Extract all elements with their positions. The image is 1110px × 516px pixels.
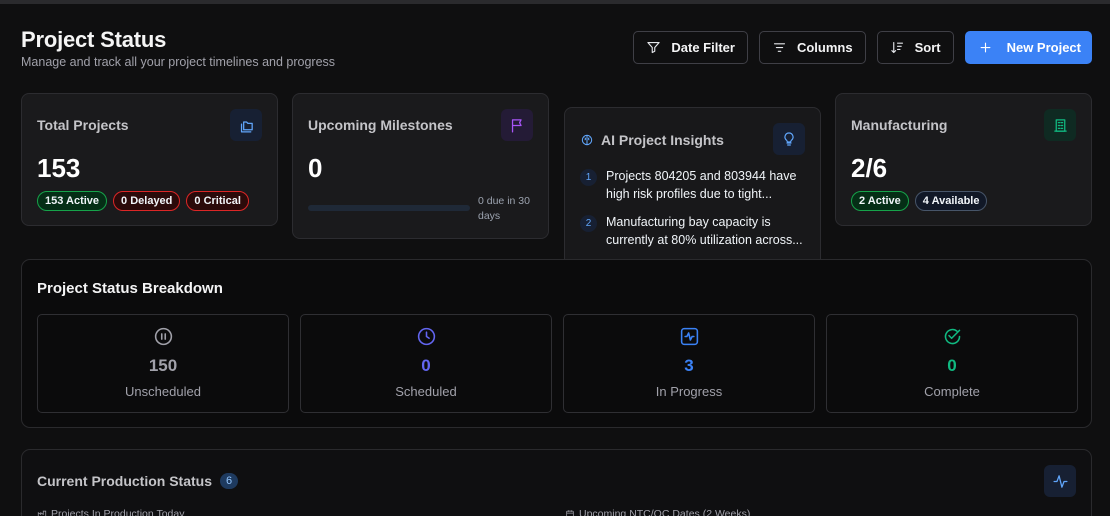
status-scheduled[interactable]: 0 Scheduled (300, 314, 552, 413)
milestones-progress-bar (308, 205, 470, 211)
milestones-value: 0 (308, 153, 323, 183)
production-count-badge: 6 (220, 473, 239, 489)
page-title: Project Status (21, 27, 167, 52)
ai-insights-card: AI Project Insights 1 Projects 804205 an… (564, 107, 821, 267)
bays-active-badge: 2 Active (851, 191, 909, 211)
sort-label: Sort (914, 40, 941, 55)
pause-circle-icon (154, 327, 172, 346)
manufacturing-card: Manufacturing 2/6 2 Active 4 Available (835, 93, 1092, 226)
insight-number: 2 (580, 215, 597, 232)
ai-insights-title: AI Project Insights (601, 132, 724, 148)
manufacturing-badges: 2 Active 4 Available (851, 191, 988, 211)
activity-icon (1044, 465, 1076, 497)
total-projects-value: 153 (37, 153, 81, 183)
milestones-due-text: 0 due in 30 days (478, 195, 530, 222)
lightbulb-icon (773, 123, 805, 155)
status-value: 150 (148, 356, 178, 375)
activity-square-icon (680, 327, 698, 346)
upcoming-ntc-label: Upcoming NTC/QC Dates (2 Weeks) (579, 508, 751, 516)
status-label: Unscheduled (125, 384, 201, 399)
insight-text: Manufacturing bay capacity is currently … (606, 215, 803, 247)
plus-icon (980, 42, 991, 53)
upcoming-ntc-heading: Upcoming NTC/QC Dates (2 Weeks) (565, 508, 750, 516)
status-value: 3 (684, 356, 694, 375)
date-filter-label: Date Filter (671, 40, 735, 55)
insight-item[interactable]: 1 Projects 804205 and 803944 have high r… (580, 167, 810, 203)
check-circle-icon (944, 328, 960, 345)
milestones-title: Upcoming Milestones (308, 117, 453, 133)
page-subtitle: Manage and track all your project timeli… (21, 55, 336, 69)
building-icon (1044, 109, 1076, 141)
clock-icon (417, 327, 435, 346)
production-status-panel: Current Production Status 6 Projects In … (21, 449, 1092, 516)
status-label: Scheduled (395, 384, 457, 399)
bays-available-badge: 4 Available (914, 191, 988, 211)
insight-number: 1 (580, 169, 597, 186)
breakdown-title: Project Status Breakdown (37, 280, 223, 297)
ai-insights-header: AI Project Insights (580, 132, 724, 148)
production-header: Current Production Status 6 (37, 473, 239, 489)
total-projects-badges: 153 Active 0 Delayed 0 Critical (37, 191, 249, 211)
toolbar: Date Filter Columns Sort New Project (633, 31, 1092, 64)
upcoming-milestones-card: Upcoming Milestones 0 0 due in 30 days (292, 93, 549, 239)
folders-icon (230, 109, 262, 141)
date-filter-button[interactable]: Date Filter (633, 31, 748, 64)
brain-icon (581, 134, 593, 146)
total-projects-title: Total Projects (37, 117, 129, 133)
sort-button[interactable]: Sort (876, 31, 954, 64)
insight-item[interactable]: 2 Manufacturing bay capacity is currentl… (580, 213, 810, 249)
columns-label: Columns (796, 40, 853, 55)
delayed-badge: 0 Delayed (113, 191, 181, 211)
manufacturing-value: 2/6 (851, 153, 888, 183)
filter-icon (647, 41, 661, 54)
new-project-label: New Project (1006, 40, 1081, 55)
status-unscheduled[interactable]: 150 Unscheduled (37, 314, 289, 413)
columns-button[interactable]: Columns (758, 31, 866, 64)
projects-in-production-heading: Projects In Production Today (37, 508, 184, 516)
status-breakdown-panel: Project Status Breakdown 150 Unscheduled… (21, 259, 1092, 428)
insight-text: Projects 804205 and 803944 have high ris… (606, 169, 797, 201)
new-project-button[interactable]: New Project (964, 31, 1092, 64)
calendar-icon (566, 510, 574, 516)
projects-in-production-label: Projects In Production Today (51, 508, 185, 516)
status-value: 0 (947, 356, 957, 375)
status-label: Complete (924, 384, 980, 399)
sort-icon (890, 41, 903, 54)
status-value: 0 (421, 356, 431, 375)
critical-badge: 0 Critical (186, 191, 249, 211)
status-label: In Progress (655, 384, 723, 399)
status-complete[interactable]: 0 Complete (826, 314, 1078, 413)
flag-icon (501, 109, 533, 141)
top-border (0, 0, 1110, 4)
manufacturing-title: Manufacturing (851, 117, 948, 133)
columns-icon (773, 43, 786, 52)
production-title: Current Production Status (37, 473, 213, 489)
active-badge: 153 Active (37, 191, 108, 211)
total-projects-card: Total Projects 153 153 Active 0 Delayed … (21, 93, 278, 226)
factory-icon (37, 510, 47, 516)
status-in-progress[interactable]: 3 In Progress (563, 314, 815, 413)
